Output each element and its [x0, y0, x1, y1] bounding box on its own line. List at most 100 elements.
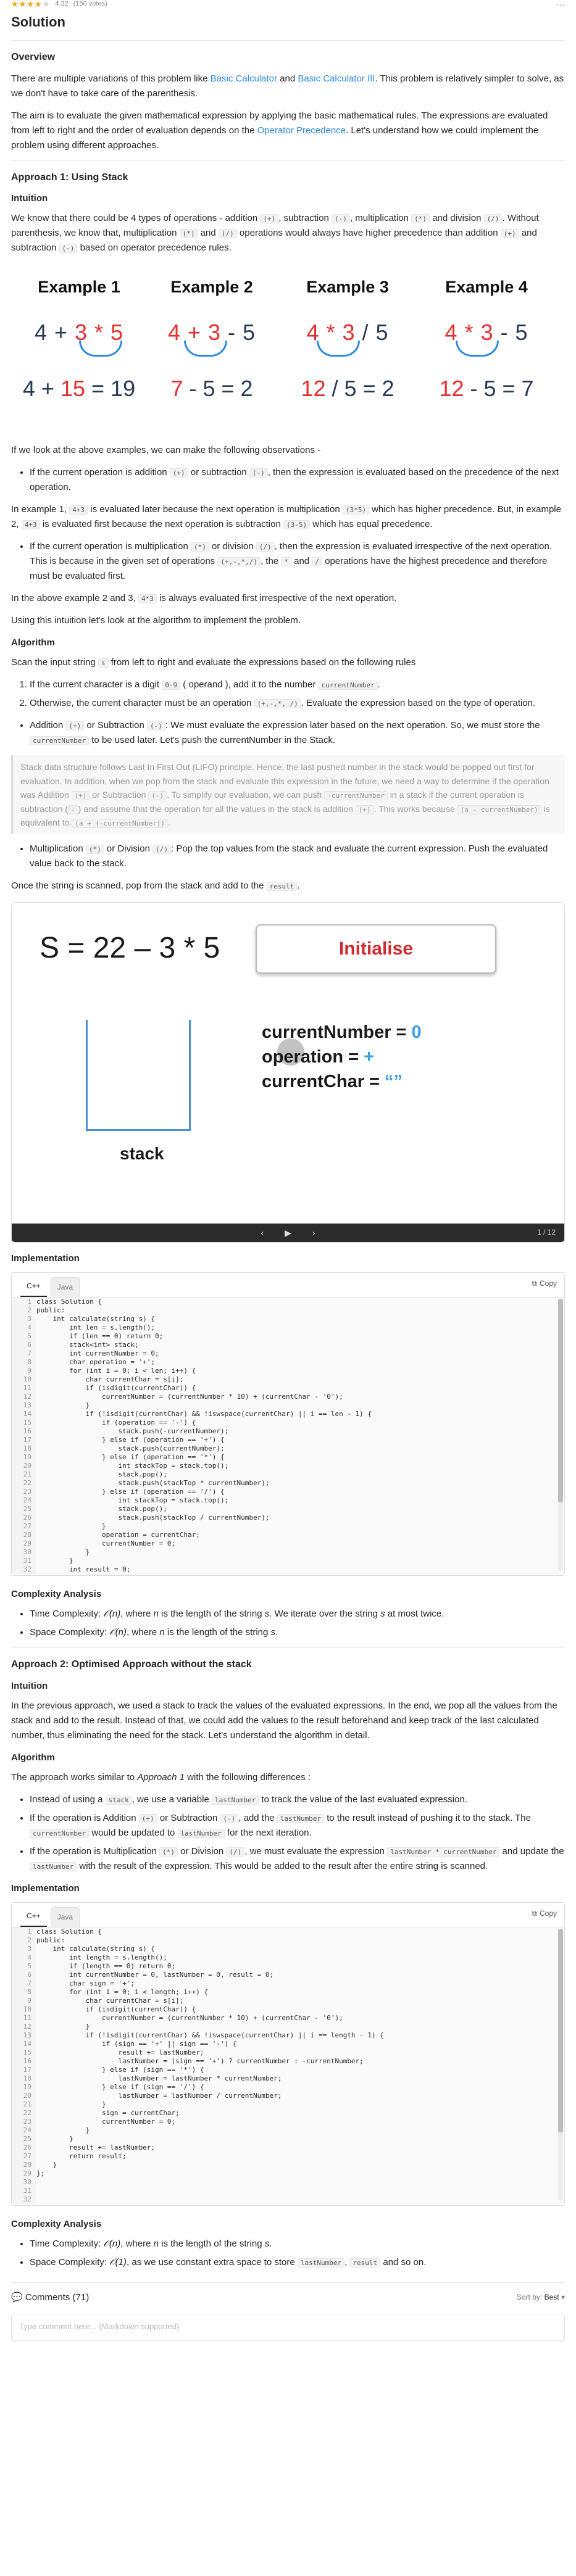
- code-line: 29};: [12, 2169, 564, 2178]
- code-text: stack.push(currentNumber);: [36, 1444, 225, 1453]
- code-text: if (sign == '+' || sign == '-') {: [36, 2039, 237, 2048]
- code-text: } else if (sign == '/') {: [36, 2082, 204, 2091]
- code-text: stack.push(stackTop * currentNumber);: [36, 1479, 270, 1488]
- comment-input[interactable]: Type comment here... (Markdown supported…: [11, 2313, 565, 2341]
- tab-cpp[interactable]: C++: [20, 1907, 47, 1927]
- overview-heading: Overview: [11, 52, 56, 63]
- implementation-heading: Implementation: [11, 1253, 80, 1264]
- code-line: 14 if (sign == '+' || sign == '-') {: [12, 2039, 564, 2048]
- approach2-heading: Approach 2: Optimised Approach without t…: [11, 1659, 252, 1670]
- observations-intro: If we look at the above examples, we can…: [11, 445, 321, 456]
- line-number: 16: [12, 1427, 36, 1436]
- link-basic-calculator[interactable]: Basic Calculator: [211, 73, 277, 84]
- line-number: 9: [12, 1367, 36, 1376]
- code-line: 9 char currentChar = s[i];: [12, 1996, 564, 2005]
- code-text: char sign = '+';: [36, 1979, 135, 1987]
- code-text: lastNumber = (sign == '+') ? currentNumb…: [36, 2056, 364, 2065]
- code-line: 22 stack.push(stackTop * currentNumber);: [12, 1479, 564, 1488]
- line-number: 19: [12, 1453, 36, 1462]
- code-text: stack.push(-currentNumber);: [36, 1427, 229, 1436]
- code-line: 15 result += lastNumber;: [12, 2048, 564, 2057]
- code-text: result += lastNumber;: [36, 2143, 156, 2151]
- link-basic-calculator-iii[interactable]: Basic Calculator III: [298, 73, 375, 84]
- tab-java[interactable]: Java: [50, 1907, 80, 1927]
- intuition-heading: Intuition: [11, 1680, 48, 1691]
- list-item: If the operation is Addition (+) or Subt…: [30, 1811, 565, 1841]
- code-line: 12 }: [12, 2022, 564, 2031]
- list-item: Otherwise, the current character must be…: [30, 696, 565, 711]
- line-number: 26: [12, 1514, 36, 1523]
- code-text: lastNumber = lastNumber * currentNumber;: [36, 2074, 282, 2082]
- line-number: 22: [12, 2108, 36, 2118]
- chevron-down-icon: ▾: [561, 2293, 565, 2302]
- code-line: 5 if (len == 0) return 0;: [12, 1332, 564, 1341]
- tab-cpp[interactable]: C++: [20, 1277, 47, 1298]
- line-number: 7: [12, 1349, 36, 1359]
- copy-button[interactable]: ⧉ Copy: [532, 1908, 557, 1920]
- code-line: 13 }: [12, 1401, 564, 1410]
- code-editor[interactable]: 1 class Solution {2 public: 3 int calculate…: [12, 1927, 564, 2205]
- line-number: 20: [12, 1462, 36, 1471]
- list-item: If the current character is a digit 0-9 …: [30, 677, 565, 692]
- code-text: class Solution {: [36, 1927, 102, 1936]
- scrollbar-thumb[interactable]: [558, 1928, 563, 2132]
- line-number: 31: [12, 1557, 36, 1566]
- example-2: Example 2 4 + 3 - 5 7 - 5 = 2: [167, 278, 256, 402]
- tab-java[interactable]: Java: [50, 1277, 80, 1298]
- line-number: 29: [12, 2169, 36, 2178]
- code-line: 30: [12, 2177, 564, 2187]
- code-text: if (length == 0) return 0;: [36, 1961, 176, 1970]
- play-icon[interactable]: ▶: [285, 1226, 291, 1240]
- overview-paragraph-1: There are multiple variations of this pr…: [11, 73, 564, 99]
- sort-dropdown[interactable]: Sort by: Best ▾: [517, 2292, 565, 2303]
- intuition-paragraph: In the previous approach, we used a stac…: [11, 1700, 557, 1741]
- example-paragraph-2: In the above example 2 and 3, 4*3 is alw…: [11, 593, 397, 604]
- code-line: 6 stack<int> stack;: [12, 1341, 564, 1350]
- code-text: int currentNumber = 0;: [36, 1349, 159, 1358]
- approach-paragraph: The approach works similar to Approach 1…: [11, 1771, 311, 1783]
- star-rating[interactable]: ★★★★★: [11, 0, 50, 10]
- code-editor[interactable]: 1 class Solution {2 public: 3 int calculate…: [12, 1298, 564, 1576]
- code-text: if (isdigit(currentChar)) {: [36, 1384, 196, 1393]
- code-line: 20 int stackTop = stack.top();: [12, 1462, 564, 1471]
- next-slide-icon[interactable]: ›: [312, 1226, 315, 1240]
- line-number: 31: [12, 2186, 36, 2195]
- code-line: 16 lastNumber = (sign == '+') ? currentN…: [12, 2056, 564, 2066]
- scrollbar[interactable]: [558, 1299, 563, 1571]
- language-tabs: C++ Java: [12, 1273, 564, 1298]
- line-number: 27: [12, 1522, 36, 1531]
- scan-paragraph: Scan the input string s from left to rig…: [11, 657, 416, 668]
- line-number: 24: [12, 2126, 36, 2135]
- line-number: 27: [12, 2151, 36, 2161]
- line-number: 6: [12, 1341, 36, 1350]
- slideshow: S = 22 – 3 * 5 Initialise currentNumber …: [11, 902, 565, 1243]
- line-number: 20: [12, 2091, 36, 2100]
- copy-button[interactable]: ⧉ Copy: [532, 1278, 557, 1290]
- code-text: stack.pop();: [36, 1470, 167, 1479]
- example-paragraph-1: In example 1, 4+3 is evaluated later bec…: [11, 504, 561, 530]
- code-text: char operation = '+';: [36, 1358, 156, 1367]
- ellipsis-icon[interactable]: ···: [556, 0, 565, 12]
- scrollbar-thumb[interactable]: [558, 1299, 563, 1503]
- code-text: for (int i = 0; i < len; i++) {: [36, 1367, 196, 1375]
- line-number: 15: [12, 2048, 36, 2057]
- code-text: lastNumber = lastNumber / currentNumber;: [36, 2091, 282, 2100]
- code-text: }: [36, 2160, 57, 2169]
- star-icon: ★: [34, 0, 43, 9]
- link-operator-precedence[interactable]: Operator Precedence: [257, 125, 346, 136]
- code-text: } else if (operation == '+') {: [36, 1436, 225, 1444]
- line-number: 8: [12, 1358, 36, 1367]
- line-number: 30: [12, 2177, 36, 2187]
- line-number: 8: [12, 1987, 36, 1997]
- prev-slide-icon[interactable]: ‹: [261, 1226, 264, 1240]
- scrollbar[interactable]: [558, 1928, 563, 2200]
- line-number: 23: [12, 1488, 36, 1497]
- divider: [11, 40, 565, 41]
- code-line: 10 if (isdigit(currentChar)) {: [12, 2005, 564, 2014]
- complexity-list: Time Complexity: 𝒪(n), where n is the le…: [30, 2237, 565, 2270]
- code-text: stack<int> stack;: [36, 1341, 139, 1349]
- comment-icon: 💬: [11, 2292, 23, 2303]
- example-1: Example 1 4 + 3 * 5 4 + 15 = 19: [22, 278, 136, 402]
- code-text: char currentChar = s[i];: [36, 1996, 184, 2005]
- line-number: 22: [12, 1479, 36, 1488]
